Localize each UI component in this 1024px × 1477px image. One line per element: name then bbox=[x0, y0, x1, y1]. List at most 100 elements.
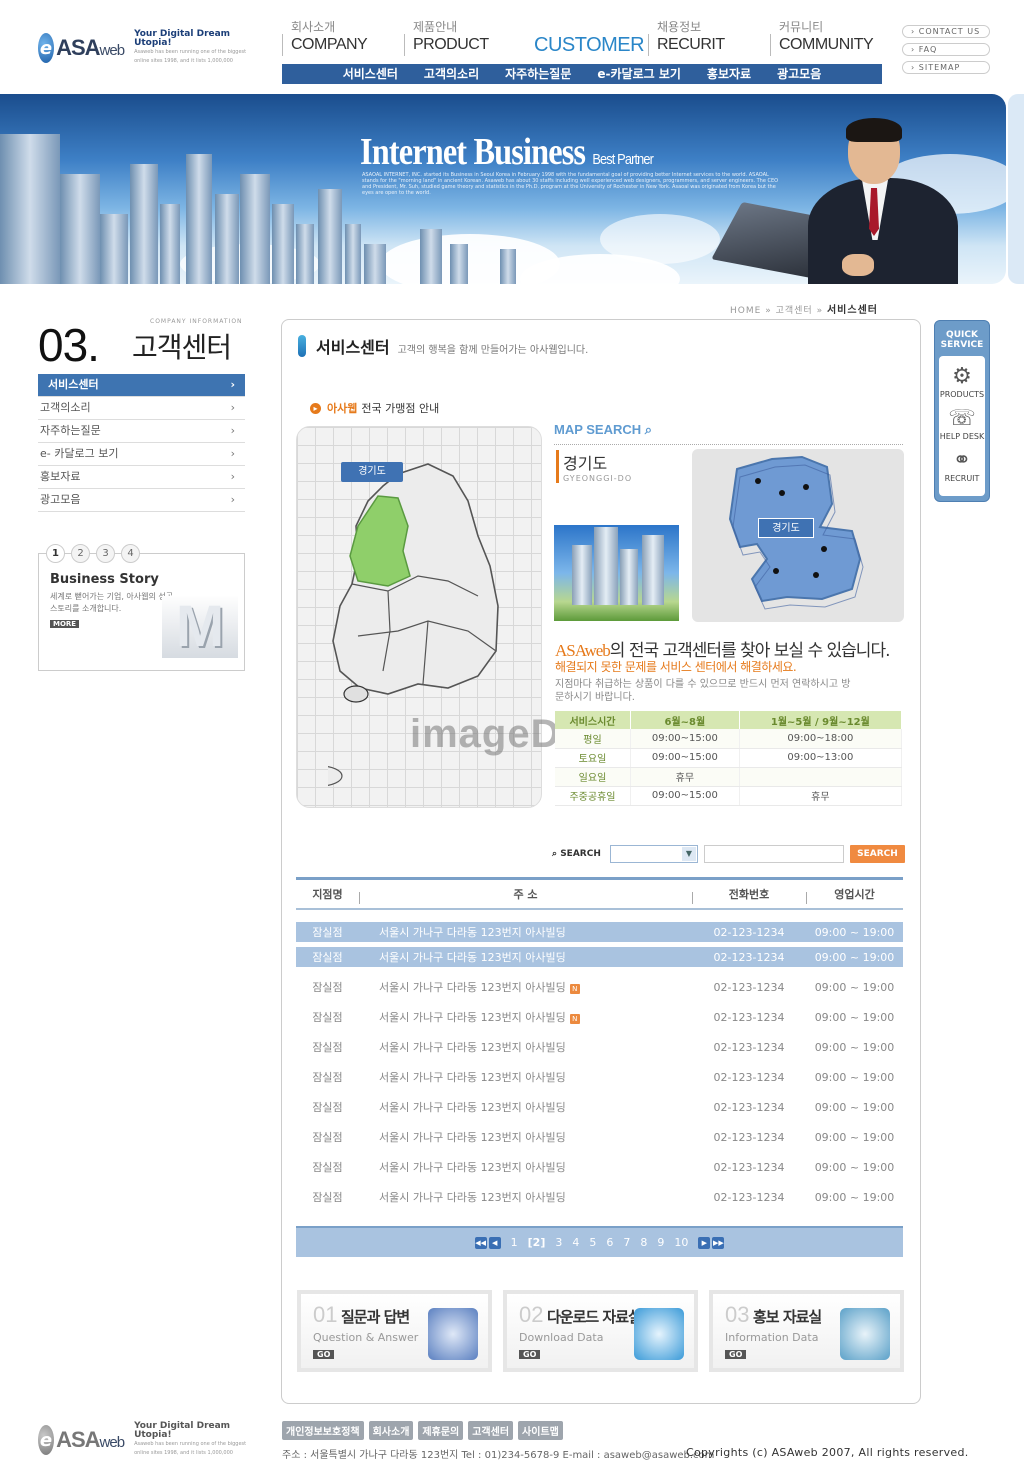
lnb-item[interactable]: e- 카달로그 보기 bbox=[38, 443, 245, 466]
page-number[interactable]: 6 bbox=[606, 1236, 613, 1249]
branch-hours: 09:00 ~ 19:00 bbox=[814, 1160, 895, 1174]
logo-text: ASAweb bbox=[56, 35, 125, 60]
branch-hours: 09:00 ~ 19:00 bbox=[814, 1010, 895, 1024]
sub-nav: 서비스센터 고객의소리 자주하는질문 e-카달로그 보기 홍보자료 광고모음 bbox=[282, 64, 882, 84]
first-page-icon[interactable]: ◀◀ bbox=[474, 1236, 487, 1249]
go-button[interactable]: GO bbox=[519, 1350, 541, 1359]
table-row[interactable]: 잠실점 서울시 가나구 다라동 123번지 아사빌딩 N 02-123-1234 09:… bbox=[296, 1002, 903, 1032]
hours-cell: 주중공휴일 bbox=[555, 786, 631, 806]
util-contact-us[interactable]: › CONTACT US bbox=[902, 25, 990, 38]
subnav-item[interactable]: 서비스센터 bbox=[330, 64, 411, 84]
page-number[interactable]: 5 bbox=[589, 1236, 596, 1249]
folder-icon bbox=[840, 1308, 890, 1360]
util-faq[interactable]: › FAQ bbox=[902, 43, 990, 56]
footer-link[interactable]: 회사소개 bbox=[368, 1421, 414, 1440]
story-dot[interactable]: 4 bbox=[121, 544, 140, 563]
last-page-icon[interactable]: ▶▶ bbox=[712, 1236, 725, 1249]
story-dot[interactable]: 1 bbox=[46, 544, 65, 563]
businessman-hand bbox=[842, 254, 874, 276]
next-page-icon[interactable]: ▶ bbox=[698, 1236, 711, 1249]
lnb-item[interactable]: 서비스센터 bbox=[38, 374, 245, 397]
card-pr-data[interactable]: 03 홍보 자료실 Information Data GO bbox=[709, 1290, 904, 1372]
card-download[interactable]: 02 다운로드 자료실 Download Data GO bbox=[503, 1290, 698, 1372]
gnb-en-label: RECURIT bbox=[657, 36, 725, 53]
page-number[interactable]: 8 bbox=[640, 1236, 647, 1249]
footer-logo[interactable]: e ASAweb Your Digital Dream Utopia! Asaw… bbox=[38, 1420, 248, 1460]
story-dot[interactable]: 2 bbox=[71, 544, 90, 563]
subnav-item[interactable]: 홍보자료 bbox=[694, 64, 764, 84]
hours-cell: 09:00~15:00 bbox=[630, 748, 740, 768]
go-button[interactable]: GO bbox=[725, 1350, 747, 1359]
site-logo[interactable]: e ASAweb Your Digital Dream Utopia! Asaw… bbox=[38, 28, 248, 68]
branch-hours: 09:00 ~ 19:00 bbox=[814, 980, 895, 994]
subnav-item[interactable]: e-카달로그 보기 bbox=[584, 64, 694, 84]
breadcrumb-home[interactable]: HOME bbox=[730, 306, 761, 316]
branch-name: 잠실점 bbox=[312, 1041, 343, 1054]
gnb-product[interactable]: 제품안내 PRODUCT bbox=[404, 20, 526, 56]
hours-cell: 휴무 bbox=[630, 767, 740, 787]
footer-link[interactable]: 개인정보보호정책 bbox=[282, 1421, 364, 1440]
util-sitemap[interactable]: › SITEMAP bbox=[902, 61, 990, 74]
quick-products[interactable]: ⚙ PRODUCTS bbox=[934, 364, 990, 399]
footer-link[interactable]: 고객센터 bbox=[468, 1421, 514, 1440]
footer-link[interactable]: 사이트맵 bbox=[518, 1421, 563, 1440]
search-input[interactable] bbox=[704, 845, 844, 863]
page-number[interactable]: 3 bbox=[555, 1236, 562, 1249]
phone-icon: ☏ bbox=[948, 406, 976, 431]
page-number[interactable]: [2] bbox=[528, 1236, 546, 1249]
subnav-item[interactable]: 광고모음 bbox=[764, 64, 834, 84]
gnb-customer[interactable]: CUSTOMER bbox=[526, 34, 648, 56]
branch-phone: 02-123-1234 bbox=[713, 925, 785, 939]
prev-page-icon[interactable]: ◀ bbox=[488, 1236, 501, 1249]
page-number[interactable]: 1 bbox=[511, 1236, 518, 1249]
lnb-item[interactable]: 고객의소리 bbox=[38, 397, 245, 420]
gnb-en-label: CUSTOMER bbox=[534, 34, 645, 56]
search-button[interactable]: SEARCH bbox=[850, 845, 905, 863]
table-row[interactable]: 잠실점 서울시 가나구 다라동 123번지 아사빌딩 02-123-1234 09:0… bbox=[296, 947, 903, 967]
gyeonggi-region[interactable] bbox=[349, 495, 411, 587]
col-branch: 지점명 bbox=[312, 888, 343, 901]
quick-recruit[interactable]: ⚭ RECRUIT bbox=[934, 448, 990, 483]
page-number[interactable]: 7 bbox=[623, 1236, 630, 1249]
table-row[interactable]: 잠실점 서울시 가나구 다라동 123번지 아사빌딩 02-123-1234 09:0… bbox=[296, 1182, 903, 1212]
footer-link[interactable]: 제휴문의 bbox=[418, 1421, 464, 1440]
lnb-item[interactable]: 광고모음 bbox=[38, 489, 245, 512]
table-row[interactable]: 잠실점 서울시 가나구 다라동 123번지 아사빌딩 02-123-1234 09:0… bbox=[296, 922, 903, 942]
story-desc: 세계로 뻗어가는 기업, 아사웹의 성공 스토리를 소개합니다. bbox=[50, 592, 174, 613]
go-button[interactable]: GO bbox=[313, 1350, 335, 1359]
table-row[interactable]: 잠실점 서울시 가나구 다라동 123번지 아사빌딩 02-123-1234 09:0… bbox=[296, 1152, 903, 1182]
gnb-community[interactable]: 커뮤니티 COMMUNITY bbox=[770, 20, 892, 56]
subnav-item[interactable]: 고객의소리 bbox=[411, 64, 492, 84]
card-qna[interactable]: 01 질문과 답변 Question & Answer GO bbox=[297, 1290, 492, 1372]
subnav-item[interactable]: 자주하는질문 bbox=[492, 64, 584, 84]
lnb-item[interactable]: 홍보자료 bbox=[38, 466, 245, 489]
branch-phone: 02-123-1234 bbox=[713, 950, 785, 964]
page-number[interactable]: 4 bbox=[572, 1236, 579, 1249]
branch-address: 서울시 가나구 다라동 123번지 아사빌딩 bbox=[379, 1071, 566, 1084]
gnb-ko-label: 제품안내 bbox=[413, 20, 458, 34]
table-row[interactable]: 잠실점 서울시 가나구 다라동 123번지 아사빌딩 02-123-1234 09:0… bbox=[296, 1032, 903, 1062]
region-select[interactable]: ▼ bbox=[610, 845, 698, 863]
table-row[interactable]: 잠실점 서울시 가나구 다라동 123번지 아사빌딩 N 02-123-1234 09:… bbox=[296, 972, 903, 1002]
table-row[interactable]: 잠실점 서울시 가나구 다라동 123번지 아사빌딩 02-123-1234 09:0… bbox=[296, 1122, 903, 1152]
story-dot[interactable]: 3 bbox=[96, 544, 115, 563]
story-more-button[interactable]: MORE bbox=[50, 620, 80, 628]
branch-hours: 09:00 ~ 19:00 bbox=[814, 1130, 895, 1144]
breadcrumb-mid[interactable]: 고객센터 bbox=[776, 306, 813, 316]
quick-helpdesk[interactable]: ☏ HELP DESK bbox=[934, 406, 990, 441]
gnb-company[interactable]: 회사소개 COMPANY bbox=[282, 20, 404, 56]
lnb-item[interactable]: 자주하는질문 bbox=[38, 420, 245, 443]
table-row[interactable]: 잠실점 서울시 가나구 다라동 123번지 아사빌딩 02-123-1234 09:0… bbox=[296, 1062, 903, 1092]
page-number[interactable]: 9 bbox=[657, 1236, 664, 1249]
branch-name: 잠실점 bbox=[312, 981, 343, 994]
gnb-ko-label: 회사소개 bbox=[291, 20, 336, 34]
table-row[interactable]: 잠실점 서울시 가나구 다라동 123번지 아사빌딩 02-123-1234 09:0… bbox=[296, 1092, 903, 1122]
gnb-recurit[interactable]: 채용정보 RECURIT bbox=[648, 20, 770, 56]
branch-hours: 09:00 ~ 19:00 bbox=[814, 1100, 895, 1114]
branch-name: 잠실점 bbox=[312, 1161, 343, 1174]
page-number[interactable]: 10 bbox=[674, 1236, 688, 1249]
branch-phone: 02-123-1234 bbox=[713, 1190, 785, 1204]
hours-header: 1월~5월 / 9월~12월 bbox=[739, 711, 903, 729]
branch-phone: 02-123-1234 bbox=[713, 1010, 785, 1024]
left-nav: 서비스센터고객의소리자주하는질문e- 카달로그 보기홍보자료광고모음 bbox=[38, 374, 245, 512]
